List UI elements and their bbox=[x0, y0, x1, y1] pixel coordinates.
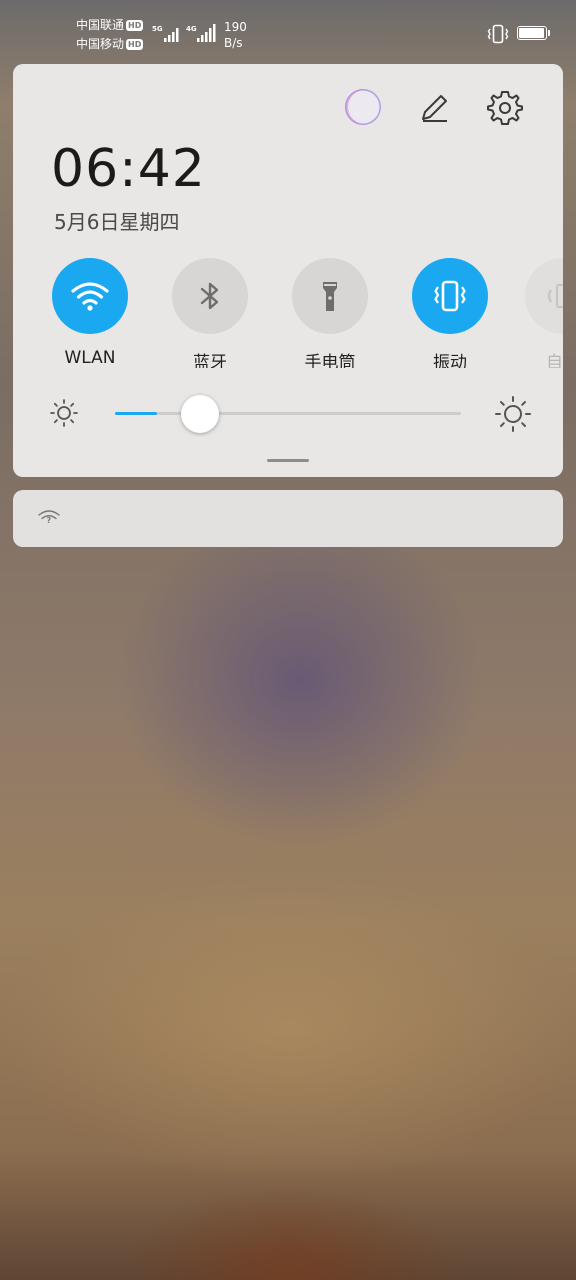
toggle-bluetooth[interactable]: 蓝牙 bbox=[164, 258, 256, 368]
vibrate-status-icon bbox=[486, 24, 510, 48]
hd-badge: HD bbox=[126, 39, 144, 50]
network-speed-unit: B/s bbox=[224, 36, 243, 50]
quick-settings-panel: 06:42 5月6日星期四 WLAN 蓝牙 手电筒 振动 自 bbox=[13, 64, 563, 477]
net-4g-label: 4G bbox=[186, 25, 197, 33]
network-speed-value: 190 bbox=[224, 20, 247, 34]
toggle-bluetooth-button[interactable] bbox=[172, 258, 248, 334]
quick-toggles: WLAN 蓝牙 手电筒 振动 自 bbox=[13, 258, 563, 370]
notification-card[interactable]: ? bbox=[13, 490, 563, 547]
toggle-bluetooth-label: 蓝牙 bbox=[193, 353, 227, 368]
battery-level bbox=[519, 28, 544, 38]
brightness-slider-thumb[interactable] bbox=[181, 395, 219, 433]
avatar[interactable] bbox=[345, 89, 381, 125]
svg-text:?: ? bbox=[47, 516, 52, 525]
brightness-high-icon bbox=[494, 395, 532, 437]
net-5g-label: 5G bbox=[152, 25, 163, 33]
toggle-vibrate[interactable]: 振动 bbox=[404, 258, 496, 368]
edit-icon[interactable] bbox=[414, 88, 454, 128]
signal-4g-icon: 4G bbox=[186, 22, 218, 44]
status-bar: 中国联通 HD 中国移动 HD 5G 4G 190 B/s bbox=[0, 0, 576, 60]
toggle-wlan[interactable]: WLAN bbox=[44, 258, 136, 368]
bluetooth-icon bbox=[200, 282, 219, 310]
toggle-flashlight-button[interactable] bbox=[292, 258, 368, 334]
panel-drag-handle[interactable] bbox=[267, 459, 309, 462]
brightness-control bbox=[13, 386, 563, 442]
brightness-low-icon bbox=[49, 398, 79, 432]
toggle-flashlight-label: 手电筒 bbox=[304, 353, 356, 368]
toggle-auto-rotate[interactable]: 自动 bbox=[517, 258, 563, 368]
wifi-icon bbox=[71, 282, 109, 311]
toggle-auto-rotate-button[interactable] bbox=[525, 258, 563, 334]
carrier-1: 中国联通 HD bbox=[76, 18, 144, 32]
network-speed: 190 B/s bbox=[224, 19, 247, 51]
carrier-2-name: 中国移动 bbox=[76, 37, 125, 51]
auto-rotate-icon bbox=[547, 283, 563, 309]
flashlight-icon bbox=[323, 282, 337, 311]
toggle-auto-rotate-label: 自动 bbox=[546, 353, 563, 368]
toggle-wlan-label: WLAN bbox=[64, 348, 116, 368]
toggle-vibrate-button[interactable] bbox=[412, 258, 488, 334]
toggle-flashlight[interactable]: 手电筒 bbox=[284, 258, 376, 368]
signal-5g-icon: 5G bbox=[152, 22, 184, 44]
carrier-2: 中国移动 HD bbox=[76, 37, 144, 51]
clock: 06:42 bbox=[51, 139, 206, 199]
vibrate-icon bbox=[434, 280, 466, 312]
settings-icon[interactable] bbox=[485, 88, 525, 128]
wifi-unknown-icon: ? bbox=[37, 508, 61, 532]
brightness-slider-track[interactable] bbox=[115, 412, 461, 415]
toggle-vibrate-label: 振动 bbox=[433, 353, 467, 368]
battery-icon bbox=[517, 26, 550, 40]
brightness-slider-fill bbox=[115, 412, 157, 415]
carrier-1-name: 中国联通 bbox=[76, 18, 125, 32]
date: 5月6日星期四 bbox=[54, 210, 180, 234]
hd-badge: HD bbox=[126, 20, 144, 31]
toggle-wlan-button[interactable] bbox=[52, 258, 128, 334]
